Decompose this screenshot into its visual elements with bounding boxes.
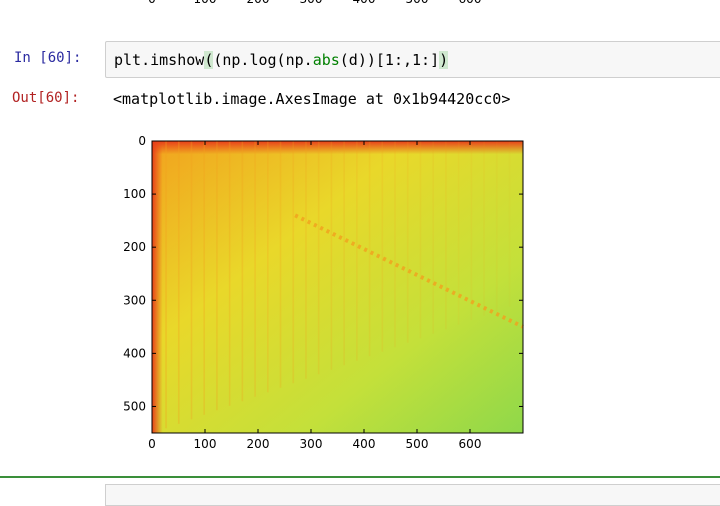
- y-tick-label: 200: [123, 240, 146, 254]
- cell-divider: [0, 476, 720, 478]
- heatmap-stripe: [470, 141, 473, 321]
- heatmap-stripe: [228, 141, 231, 406]
- code-token: (: [204, 51, 214, 69]
- code-keyword: abs: [312, 51, 340, 69]
- y-tick-label: 0: [138, 134, 146, 148]
- prev-tick: 600: [459, 0, 482, 6]
- prev-tick: 100: [194, 0, 217, 6]
- heatmap-stripe: [368, 141, 371, 357]
- heatmap-stripe: [432, 141, 434, 334]
- heatmap-stripe: [267, 141, 269, 393]
- code-token: (np.log(np.: [213, 51, 313, 69]
- heatmap-stripe: [356, 141, 358, 361]
- heatmap-stripe: [381, 141, 384, 352]
- code-input-area[interactable]: plt.imshow((np.log(np.abs(d))[1:,1:]): [105, 41, 720, 78]
- x-tick-label: 400: [353, 437, 376, 451]
- code-token: plt.imshow: [114, 51, 205, 69]
- heatmap-stripe: [216, 141, 218, 411]
- heatmap-stripe: [203, 141, 206, 415]
- heatmap-stripe: [279, 141, 282, 388]
- x-tick-label: 200: [247, 437, 270, 451]
- heatmap-stripe: [305, 141, 307, 379]
- heatmap-stripe: [190, 141, 193, 420]
- input-prompt: In [60]:: [14, 50, 82, 66]
- code-token: ): [439, 51, 449, 69]
- heatmap-stripe: [343, 141, 345, 366]
- heatmap-plot: 0 100 200 300 400 500 600 0 100 200 300 400 500: [0, 120, 720, 455]
- y-tick-label: 100: [123, 187, 146, 201]
- output-prompt: Out[60]:: [12, 90, 80, 106]
- heatmap-left-strip: [152, 141, 163, 433]
- prev-tick: 300: [300, 0, 323, 6]
- y-tick-label: 400: [123, 346, 146, 360]
- heatmap-base: [152, 141, 523, 433]
- heatmap-stripe: [254, 141, 256, 397]
- heatmap-stripe: [445, 141, 447, 330]
- heatmap-stripe: [241, 141, 244, 402]
- x-tick-label: 100: [194, 437, 217, 451]
- code-token: (d))[1:,1:]: [339, 51, 440, 69]
- heatmap-stripe: [177, 141, 180, 424]
- prev-tick: 500: [406, 0, 429, 6]
- heatmap-stripe: [419, 141, 422, 339]
- x-tick-label: 0: [148, 437, 156, 451]
- next-cell-input[interactable]: [105, 484, 720, 506]
- heatmap-stripe: [330, 141, 333, 370]
- heatmap-stripe: [483, 141, 485, 316]
- heatmap-stripe: [406, 141, 409, 343]
- code-line[interactable]: plt.imshow((np.log(np.abs(d))[1:,1:]): [114, 51, 449, 69]
- y-tick-label: 500: [123, 399, 146, 413]
- x-tick-label: 300: [300, 437, 323, 451]
- x-tick-label: 600: [459, 437, 482, 451]
- heatmap-stripe: [165, 141, 167, 429]
- x-tick-label: 500: [406, 437, 429, 451]
- output-text: <matplotlib.image.AxesImage at 0x1b94420…: [113, 90, 511, 108]
- heatmap-stripe: [394, 141, 396, 348]
- y-tick-label: 300: [123, 293, 146, 307]
- heatmap-stripe: [508, 141, 511, 307]
- heatmap-stripe: [317, 141, 320, 375]
- prev-tick: 0: [148, 0, 156, 6]
- heatmap-stripe: [495, 141, 498, 312]
- heatmap-top-strip: [152, 141, 523, 155]
- heatmap-stripe: [292, 141, 295, 384]
- prev-tick: 200: [247, 0, 270, 6]
- prev-tick: 400: [353, 0, 376, 6]
- previous-plot-x-ticks: 0 100 200 300 400 500 600: [0, 0, 720, 8]
- heatmap-svg: 0 100 200 300 400 500 600 0 100 200 300 400 500: [123, 134, 524, 451]
